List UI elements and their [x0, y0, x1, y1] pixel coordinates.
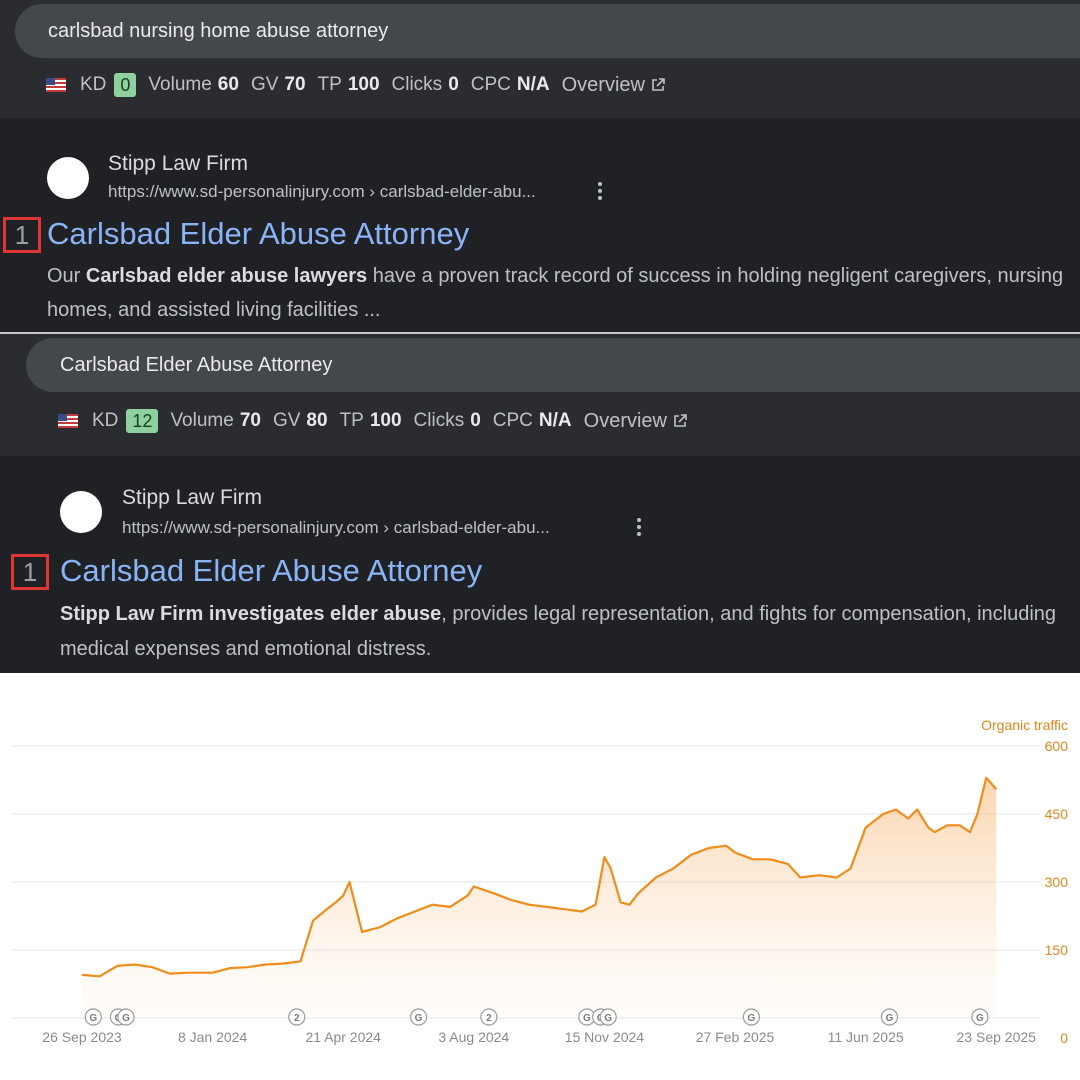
result-title-link[interactable]: Carlsbad Elder Abuse Attorney — [60, 553, 482, 589]
overview-link[interactable]: Overview — [584, 410, 687, 433]
gv-metric: GV 80 — [272, 410, 328, 431]
update-marker-label: G — [604, 1013, 612, 1024]
volume-metric: Volume 60 — [148, 74, 239, 95]
keyword-metrics-1: KD 0 Volume 60 GV 70 TP 100 Clicks 0 CPC N/A O… — [46, 72, 665, 98]
x-tick-label: 27 Feb 2025 — [696, 1029, 775, 1045]
more-options-icon[interactable] — [597, 182, 603, 204]
y-tick-label: 0 — [1060, 1030, 1068, 1046]
more-options-icon[interactable] — [636, 518, 642, 540]
tp-metric: TP 100 — [339, 410, 402, 431]
update-marker-label: G — [415, 1013, 423, 1024]
us-flag-icon — [46, 78, 66, 92]
kd-badge: 12 — [126, 409, 159, 433]
rank-badge: 1 — [3, 217, 41, 253]
result-site-name[interactable]: Stipp Law Firm — [108, 152, 248, 176]
clicks-metric: Clicks 0 — [413, 410, 481, 431]
result-url[interactable]: https://www.sd-personalinjury.com › carl… — [108, 182, 536, 202]
kd-metric: KD 0 — [80, 73, 137, 97]
x-tick-label: 26 Sep 2023 — [42, 1029, 122, 1045]
gv-metric: GV 70 — [250, 74, 306, 95]
x-tick-label: 21 Apr 2024 — [305, 1029, 381, 1045]
x-tick-label: 8 Jan 2024 — [178, 1029, 247, 1045]
search-result-1: Stipp Law Firm https://www.sd-personalin… — [0, 118, 1080, 332]
update-marker-label: 2 — [294, 1013, 300, 1024]
volume-metric: Volume 70 — [170, 410, 261, 431]
cpc-metric: CPC N/A — [492, 410, 572, 431]
keyword-metrics-2: KD 12 Volume 70 GV 80 TP 100 Clicks 0 CPC N/A … — [58, 408, 687, 434]
update-marker-label: G — [583, 1013, 591, 1024]
result-url[interactable]: https://www.sd-personalinjury.com › carl… — [122, 518, 550, 538]
search-query-bar-2[interactable]: Carlsbad Elder Abuse Attorney — [26, 338, 1080, 392]
search-query-text-2: Carlsbad Elder Abuse Attorney — [60, 353, 333, 376]
x-tick-label: 3 Aug 2024 — [438, 1029, 509, 1045]
search-query-bar-1[interactable]: carlsbad nursing home abuse attorney — [15, 4, 1080, 58]
cpc-metric: CPC N/A — [470, 74, 550, 95]
y-tick-label: 600 — [1045, 738, 1069, 754]
keyword-panel-2: Carlsbad Elder Abuse Attorney KD 12 Volum… — [0, 334, 1080, 456]
result-site-name[interactable]: Stipp Law Firm — [122, 486, 262, 510]
update-marker-label: G — [747, 1013, 755, 1024]
us-flag-icon — [58, 414, 78, 428]
search-result-2: Stipp Law Firm https://www.sd-personalin… — [0, 456, 1080, 673]
keyword-panel-1: carlsbad nursing home abuse attorney KD 0… — [0, 0, 1080, 118]
result-snippet: Stipp Law Firm investigates elder abuse,… — [60, 603, 1057, 660]
x-tick-label: 15 Nov 2024 — [565, 1029, 645, 1045]
y-axis-title: Organic traffic — [981, 717, 1068, 733]
y-tick-label: 450 — [1045, 806, 1069, 822]
rank-badge: 1 — [11, 554, 49, 590]
update-marker-label: G — [122, 1013, 130, 1024]
external-link-icon — [674, 414, 687, 427]
update-marker-label: 2 — [486, 1013, 492, 1024]
update-marker-label: G — [886, 1013, 894, 1024]
traffic-chart-svg: GGG2G2GGGGGG 0150300450600Organic traffi… — [12, 717, 1069, 1046]
x-tick-label: 23 Sep 2025 — [957, 1029, 1037, 1045]
update-marker-label: G — [976, 1013, 984, 1024]
result-snippet: Our Carlsbad elder abuse lawyers have a … — [47, 265, 1064, 321]
x-tick-label: 11 Jun 2025 — [828, 1029, 904, 1045]
update-marker-label: G — [89, 1013, 97, 1024]
clicks-metric: Clicks 0 — [391, 74, 459, 95]
external-link-icon — [652, 78, 665, 91]
site-favicon — [47, 157, 89, 199]
search-query-text-1: carlsbad nursing home abuse attorney — [48, 19, 389, 42]
y-tick-label: 150 — [1045, 942, 1069, 958]
organic-traffic-chart: GGG2G2GGGGGG 0150300450600Organic traffi… — [0, 673, 1080, 1080]
overview-link[interactable]: Overview — [562, 74, 665, 97]
y-tick-label: 300 — [1045, 874, 1069, 890]
tp-metric: TP 100 — [317, 74, 380, 95]
result-title-link[interactable]: Carlsbad Elder Abuse Attorney — [47, 216, 469, 252]
kd-badge: 0 — [114, 73, 137, 97]
kd-metric: KD 12 — [92, 409, 159, 433]
site-favicon — [60, 491, 102, 533]
